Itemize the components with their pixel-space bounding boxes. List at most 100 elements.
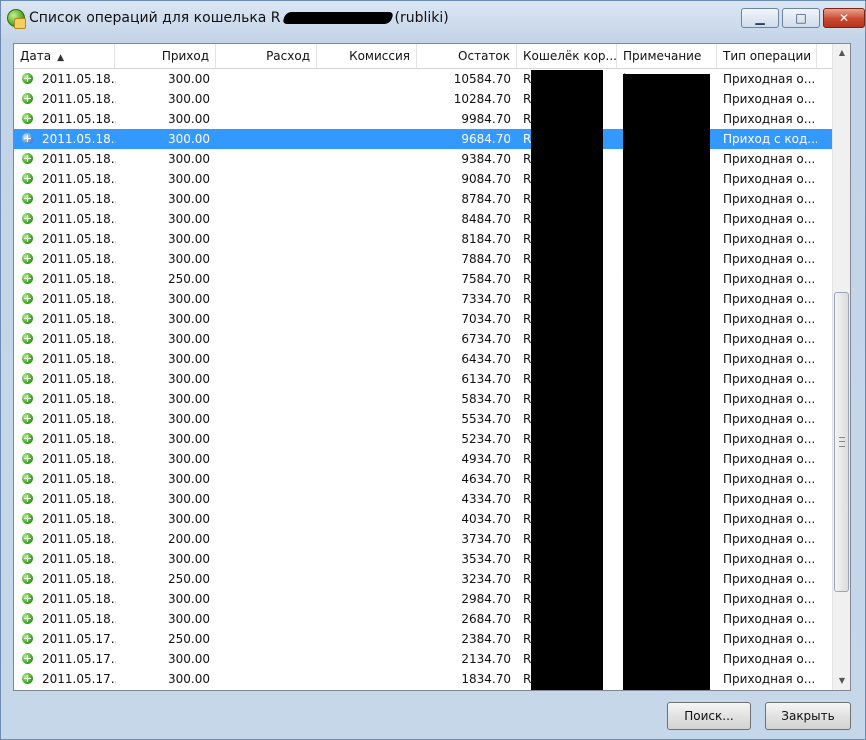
- cell-commission: [317, 169, 417, 189]
- title-bar[interactable]: Список операций для кошелька R (rubliki) …: [1, 1, 865, 37]
- cell-type: Приходная о...: [723, 372, 816, 386]
- cell-income: 250.00: [168, 272, 210, 286]
- cell-income: 300.00: [168, 372, 210, 386]
- cell-expense: [216, 149, 317, 169]
- cell-balance: 2384.70: [461, 632, 511, 646]
- cell-balance: 4034.70: [461, 512, 511, 526]
- cell-income: 300.00: [168, 212, 210, 226]
- cell-type: Приходная о...: [723, 412, 816, 426]
- column-header-wallet[interactable]: Кошелёк кор...: [517, 44, 617, 68]
- cell-balance: 8784.70: [461, 192, 511, 206]
- cell-type: Приходная о...: [723, 232, 816, 246]
- cell-income: 300.00: [168, 412, 210, 426]
- cell-date: 2011.05.18...: [42, 532, 116, 546]
- cell-date: 2011.05.18...: [42, 352, 116, 366]
- cell-balance: 2134.70: [461, 652, 511, 666]
- income-operation-icon: [22, 73, 33, 84]
- income-operation-icon: [22, 213, 33, 224]
- cell-expense: [216, 189, 317, 209]
- income-operation-icon: [22, 173, 33, 184]
- cell-date: 2011.05.18...: [42, 432, 116, 446]
- cell-date: 2011.05.18...: [42, 332, 116, 346]
- scroll-up-icon[interactable]: ▲: [836, 47, 848, 59]
- column-header-balance[interactable]: Остаток: [417, 44, 517, 68]
- cell-expense: [216, 469, 317, 489]
- vertical-scrollbar[interactable]: ▲ ▼: [832, 44, 850, 690]
- redacted-note-column: [623, 74, 710, 690]
- income-operation-icon: [22, 193, 33, 204]
- cell-balance: 2984.70: [461, 592, 511, 606]
- cell-type: Приходная о...: [723, 552, 816, 566]
- income-operation-icon: [22, 553, 33, 564]
- scroll-thumb[interactable]: [834, 292, 849, 592]
- cell-commission: [317, 109, 417, 129]
- cell-type: Приходная о...: [723, 672, 816, 686]
- cell-expense: [216, 629, 317, 649]
- cell-commission: [317, 349, 417, 369]
- cell-commission: [317, 389, 417, 409]
- cell-date: 2011.05.18...: [42, 112, 116, 126]
- cell-type: Приходная о...: [723, 392, 816, 406]
- cell-type: Приходная о...: [723, 212, 816, 226]
- column-header-commission[interactable]: Комиссия: [317, 44, 417, 68]
- cell-expense: [216, 329, 317, 349]
- cell-expense: [216, 609, 317, 629]
- income-operation-icon: [22, 293, 33, 304]
- cell-expense: [216, 509, 317, 529]
- column-header-type[interactable]: Тип операции: [717, 44, 817, 68]
- column-header-note[interactable]: Примечание: [617, 44, 717, 68]
- cell-type: Приходная о...: [723, 152, 816, 166]
- income-operation-icon: [22, 373, 33, 384]
- operations-list: Дата ▲ Приход Расход Комиссия Остаток Кош…: [13, 43, 851, 691]
- cell-expense: [216, 349, 317, 369]
- cell-expense: [216, 389, 317, 409]
- cell-commission: [317, 409, 417, 429]
- column-header-expense[interactable]: Расход: [216, 44, 317, 68]
- column-header-income[interactable]: Приход: [115, 44, 216, 68]
- cell-date: 2011.05.18...: [42, 612, 116, 626]
- cell-type: Приходная о...: [723, 632, 816, 646]
- search-button[interactable]: Поиск...: [667, 702, 751, 730]
- income-operation-icon: [22, 593, 33, 604]
- close-window-button[interactable]: ✕: [823, 8, 865, 28]
- cell-expense: [216, 169, 317, 189]
- cell-income: 250.00: [168, 632, 210, 646]
- cell-balance: 9384.70: [461, 152, 511, 166]
- cell-commission: [317, 669, 417, 689]
- cell-income: 300.00: [168, 92, 210, 106]
- cell-expense: [216, 669, 317, 689]
- cell-expense: [216, 109, 317, 129]
- cell-date: 2011.05.18...: [42, 212, 116, 226]
- cell-balance: 4934.70: [461, 452, 511, 466]
- table-header: Дата ▲ Приход Расход Комиссия Остаток Кош…: [14, 44, 832, 69]
- cell-income: 300.00: [168, 452, 210, 466]
- cell-date: 2011.05.18...: [42, 492, 116, 506]
- cell-expense: [216, 249, 317, 269]
- cell-balance: 5534.70: [461, 412, 511, 426]
- cell-commission: [317, 569, 417, 589]
- cell-commission: [317, 469, 417, 489]
- scroll-down-icon[interactable]: ▼: [836, 675, 848, 687]
- maximize-button[interactable]: □: [782, 8, 820, 28]
- income-operation-icon: [22, 633, 33, 644]
- cell-balance: 6134.70: [461, 372, 511, 386]
- cell-balance: 7884.70: [461, 252, 511, 266]
- cell-commission: [317, 549, 417, 569]
- cell-commission: [317, 429, 417, 449]
- cell-type: Приход с код...: [723, 132, 817, 146]
- cell-date: 2011.05.18...: [42, 72, 116, 86]
- cell-commission: [317, 369, 417, 389]
- cell-balance: 7334.70: [461, 292, 511, 306]
- column-header-date[interactable]: Дата ▲: [14, 44, 115, 68]
- cell-commission: [317, 69, 417, 89]
- cell-commission: [317, 289, 417, 309]
- minimize-button[interactable]: ▁: [741, 8, 779, 28]
- cell-type: Приходная о...: [723, 92, 816, 106]
- income-operation-icon: [22, 573, 33, 584]
- cell-date: 2011.05.18...: [42, 192, 116, 206]
- cell-expense: [216, 129, 317, 149]
- cell-type: Приходная о...: [723, 572, 816, 586]
- cell-type: Приходная о...: [723, 272, 816, 286]
- close-button[interactable]: Закрыть: [765, 702, 851, 730]
- income-operation-icon: [22, 653, 33, 664]
